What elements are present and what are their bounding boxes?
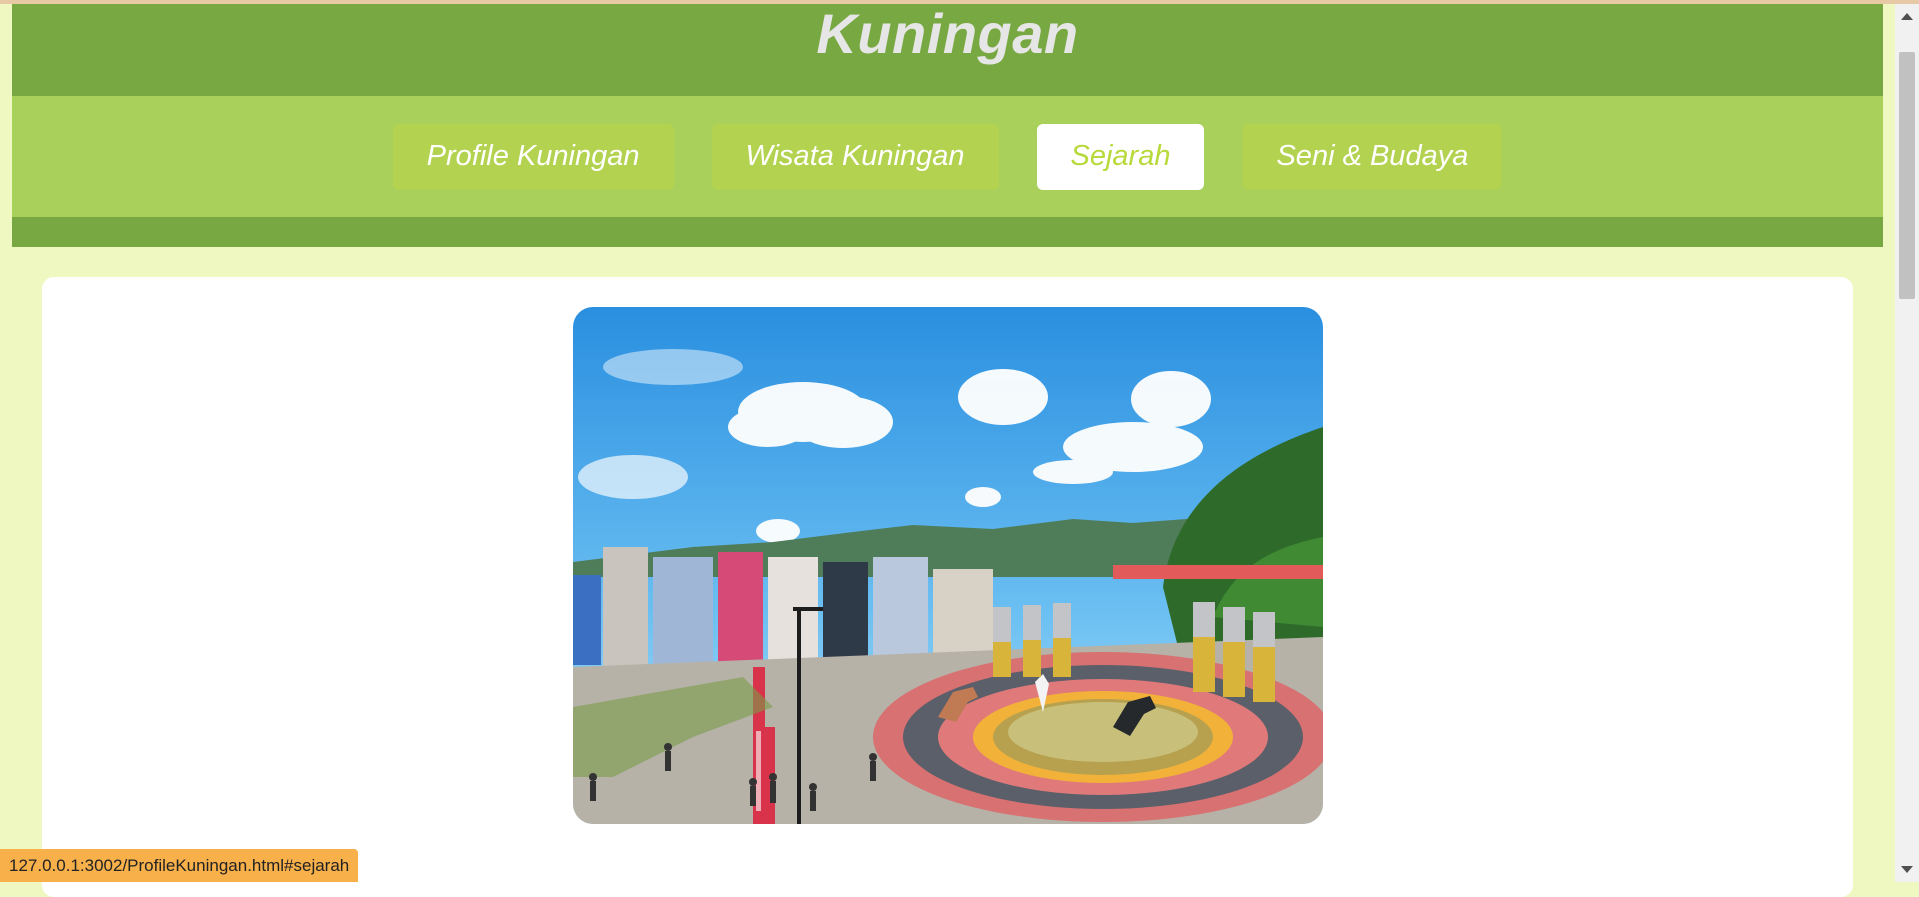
vertical-scrollbar[interactable] [1895, 4, 1919, 882]
kuningan-city-photo [573, 307, 1323, 824]
scrollbar-thumb[interactable] [1899, 52, 1915, 299]
site-header: Kuningan Profile Kuningan Wisata Kuninga… [12, 4, 1883, 247]
site-title: Kuningan [816, 2, 1079, 65]
nav-profile-kuningan[interactable]: Profile Kuningan [392, 123, 674, 190]
main-nav: Profile Kuningan Wisata Kuningan Sejarah… [12, 96, 1883, 217]
scroll-down-arrow-icon[interactable] [1901, 866, 1913, 873]
scroll-up-arrow-icon[interactable] [1901, 13, 1913, 20]
status-bar-url: 127.0.0.1:3002/ProfileKuningan.html#seja… [0, 849, 359, 882]
nav-wisata-kuningan[interactable]: Wisata Kuningan [711, 123, 999, 190]
nav-seni-budaya[interactable]: Seni & Budaya [1242, 123, 1503, 190]
nav-sejarah[interactable]: Sejarah [1036, 123, 1205, 190]
